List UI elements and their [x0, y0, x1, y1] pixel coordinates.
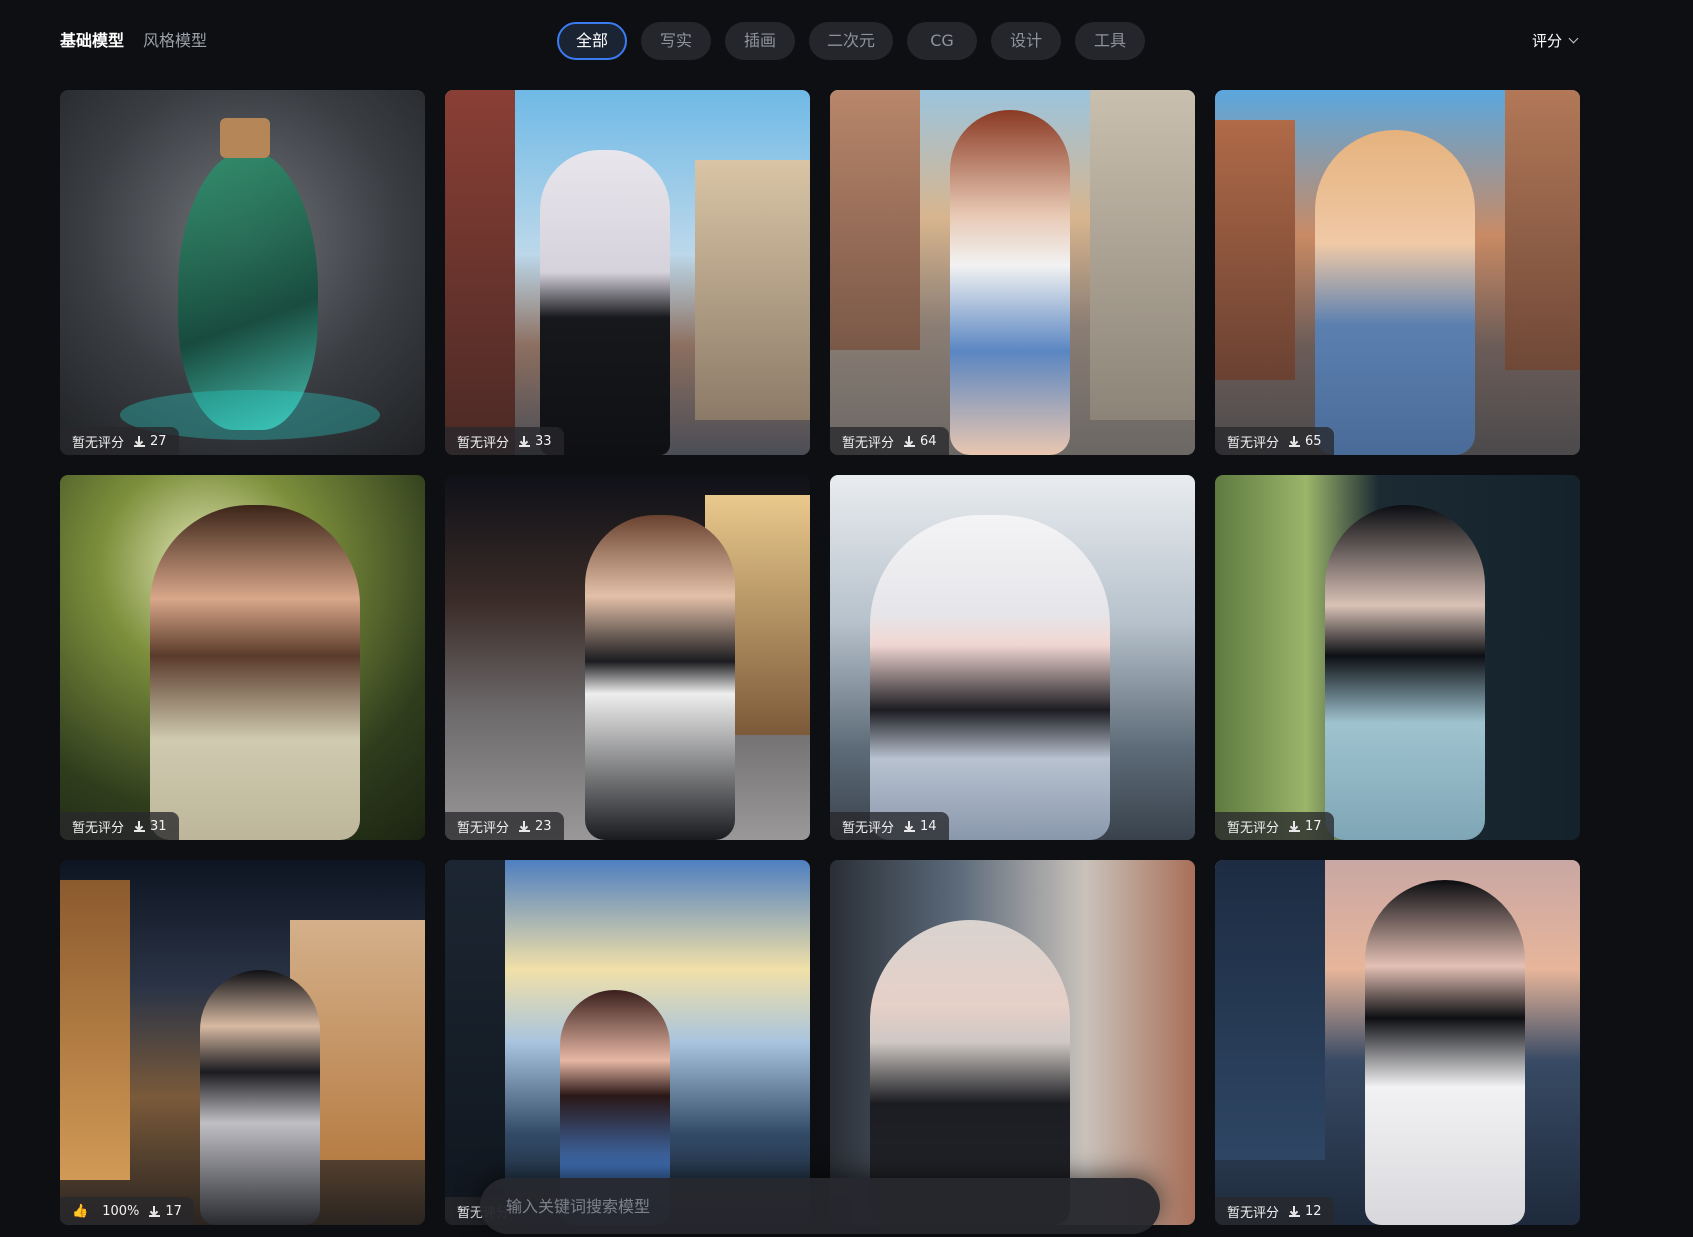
- chevron-down-icon: [1568, 33, 1579, 44]
- filter-chip-anime[interactable]: 二次元: [809, 22, 894, 60]
- download-count: 65: [1305, 433, 1322, 449]
- rating-label: 暂无评分: [72, 820, 125, 836]
- model-thumbnail: [445, 90, 810, 455]
- card-stats: 暂无评分 33: [445, 427, 564, 455]
- model-thumbnail: [60, 475, 425, 840]
- tab-style-models[interactable]: 风格模型: [143, 30, 207, 52]
- model-thumbnail: [1215, 475, 1580, 840]
- download-count: 17: [1305, 818, 1322, 834]
- rating-label: 暂无评分: [1227, 820, 1280, 836]
- download-icon: [134, 435, 146, 447]
- download-icon: [149, 1205, 161, 1217]
- download-count: 14: [920, 818, 937, 834]
- model-card[interactable]: 暂无评分: [445, 860, 810, 1225]
- category-filter-bar: 全部 写实 插画 二次元 CG 设计 工具: [557, 22, 1146, 60]
- download-icon: [1289, 1205, 1301, 1217]
- download-icon: [1289, 435, 1301, 447]
- card-stats: 暂无评分 27: [60, 427, 179, 455]
- filter-chip-design[interactable]: 设计: [991, 22, 1062, 60]
- model-card[interactable]: 暂无评分 64: [830, 90, 1195, 455]
- rating-label: 暂无评分: [1227, 435, 1280, 451]
- download-count: 17: [165, 1203, 182, 1219]
- model-thumbnail: [830, 475, 1195, 840]
- model-thumbnail: [1215, 860, 1580, 1225]
- download-count: 64: [920, 433, 937, 449]
- model-card[interactable]: [830, 860, 1195, 1225]
- filter-chip-illustration[interactable]: 插画: [725, 22, 795, 60]
- card-stats: 暂无评分 17: [1215, 812, 1334, 840]
- filter-chip-realistic[interactable]: 写实: [641, 22, 711, 60]
- search-bar: [480, 1178, 1160, 1234]
- download-count: 12: [1305, 1203, 1322, 1219]
- card-stats: 暂无评分 14: [830, 812, 949, 840]
- top-bar: 基础模型 风格模型 全部 写实 插画 二次元 CG 设计 工具 评分: [0, 0, 1693, 82]
- rating-label: 暂无评分: [842, 820, 895, 836]
- download-icon: [134, 820, 146, 832]
- rating-label: 暂无评分: [842, 435, 895, 451]
- card-stats: 暂无评分 23: [445, 812, 564, 840]
- download-count: 33: [535, 433, 552, 449]
- card-stats: 暂无评分 64: [830, 427, 949, 455]
- model-card[interactable]: 暂无评分 65: [1215, 90, 1580, 455]
- model-card[interactable]: 👍 100% 17: [60, 860, 425, 1225]
- download-count: 27: [150, 433, 167, 449]
- model-thumbnail: [1215, 90, 1580, 455]
- model-card[interactable]: 暂无评分 31: [60, 475, 425, 840]
- model-card[interactable]: 暂无评分 33: [445, 90, 810, 455]
- rating-label: 暂无评分: [457, 820, 510, 836]
- card-stats: 👍 100% 17: [60, 1197, 194, 1225]
- download-count: 23: [535, 818, 552, 834]
- tab-base-models[interactable]: 基础模型: [60, 30, 124, 52]
- model-card[interactable]: 暂无评分 14: [830, 475, 1195, 840]
- rating-label: 暂无评分: [1227, 1205, 1280, 1221]
- model-thumbnail: [60, 860, 425, 1225]
- model-thumbnail: [445, 860, 810, 1225]
- download-icon: [1289, 820, 1301, 832]
- card-stats: 暂无评分 31: [60, 812, 179, 840]
- model-card[interactable]: 暂无评分 27: [60, 90, 425, 455]
- rating-label: 暂无评分: [457, 435, 510, 451]
- model-thumbnail: [830, 90, 1195, 455]
- download-count: 31: [150, 818, 167, 834]
- thumbs-up-icon: 👍: [72, 1203, 89, 1219]
- rating-label: 暂无评分: [72, 435, 125, 451]
- model-card[interactable]: 暂无评分 12: [1215, 860, 1580, 1225]
- filter-chip-tools[interactable]: 工具: [1075, 22, 1146, 60]
- search-input[interactable]: [504, 1195, 1136, 1217]
- download-icon: [519, 435, 531, 447]
- download-icon: [904, 820, 916, 832]
- sort-dropdown[interactable]: 评分: [1532, 30, 1579, 51]
- download-icon: [904, 435, 916, 447]
- model-card[interactable]: 暂无评分 17: [1215, 475, 1580, 840]
- model-card[interactable]: 暂无评分 23: [445, 475, 810, 840]
- filter-chip-cg[interactable]: CG: [907, 22, 978, 60]
- card-stats: 暂无评分 12: [1215, 1197, 1334, 1225]
- model-thumbnail: [60, 90, 425, 455]
- download-icon: [519, 820, 531, 832]
- card-stats: 暂无评分 65: [1215, 427, 1334, 455]
- rating-label: 100%: [102, 1203, 140, 1219]
- model-thumbnail: [445, 475, 810, 840]
- filter-chip-all[interactable]: 全部: [557, 22, 627, 60]
- sort-label: 评分: [1532, 32, 1563, 50]
- model-thumbnail: [830, 860, 1195, 1225]
